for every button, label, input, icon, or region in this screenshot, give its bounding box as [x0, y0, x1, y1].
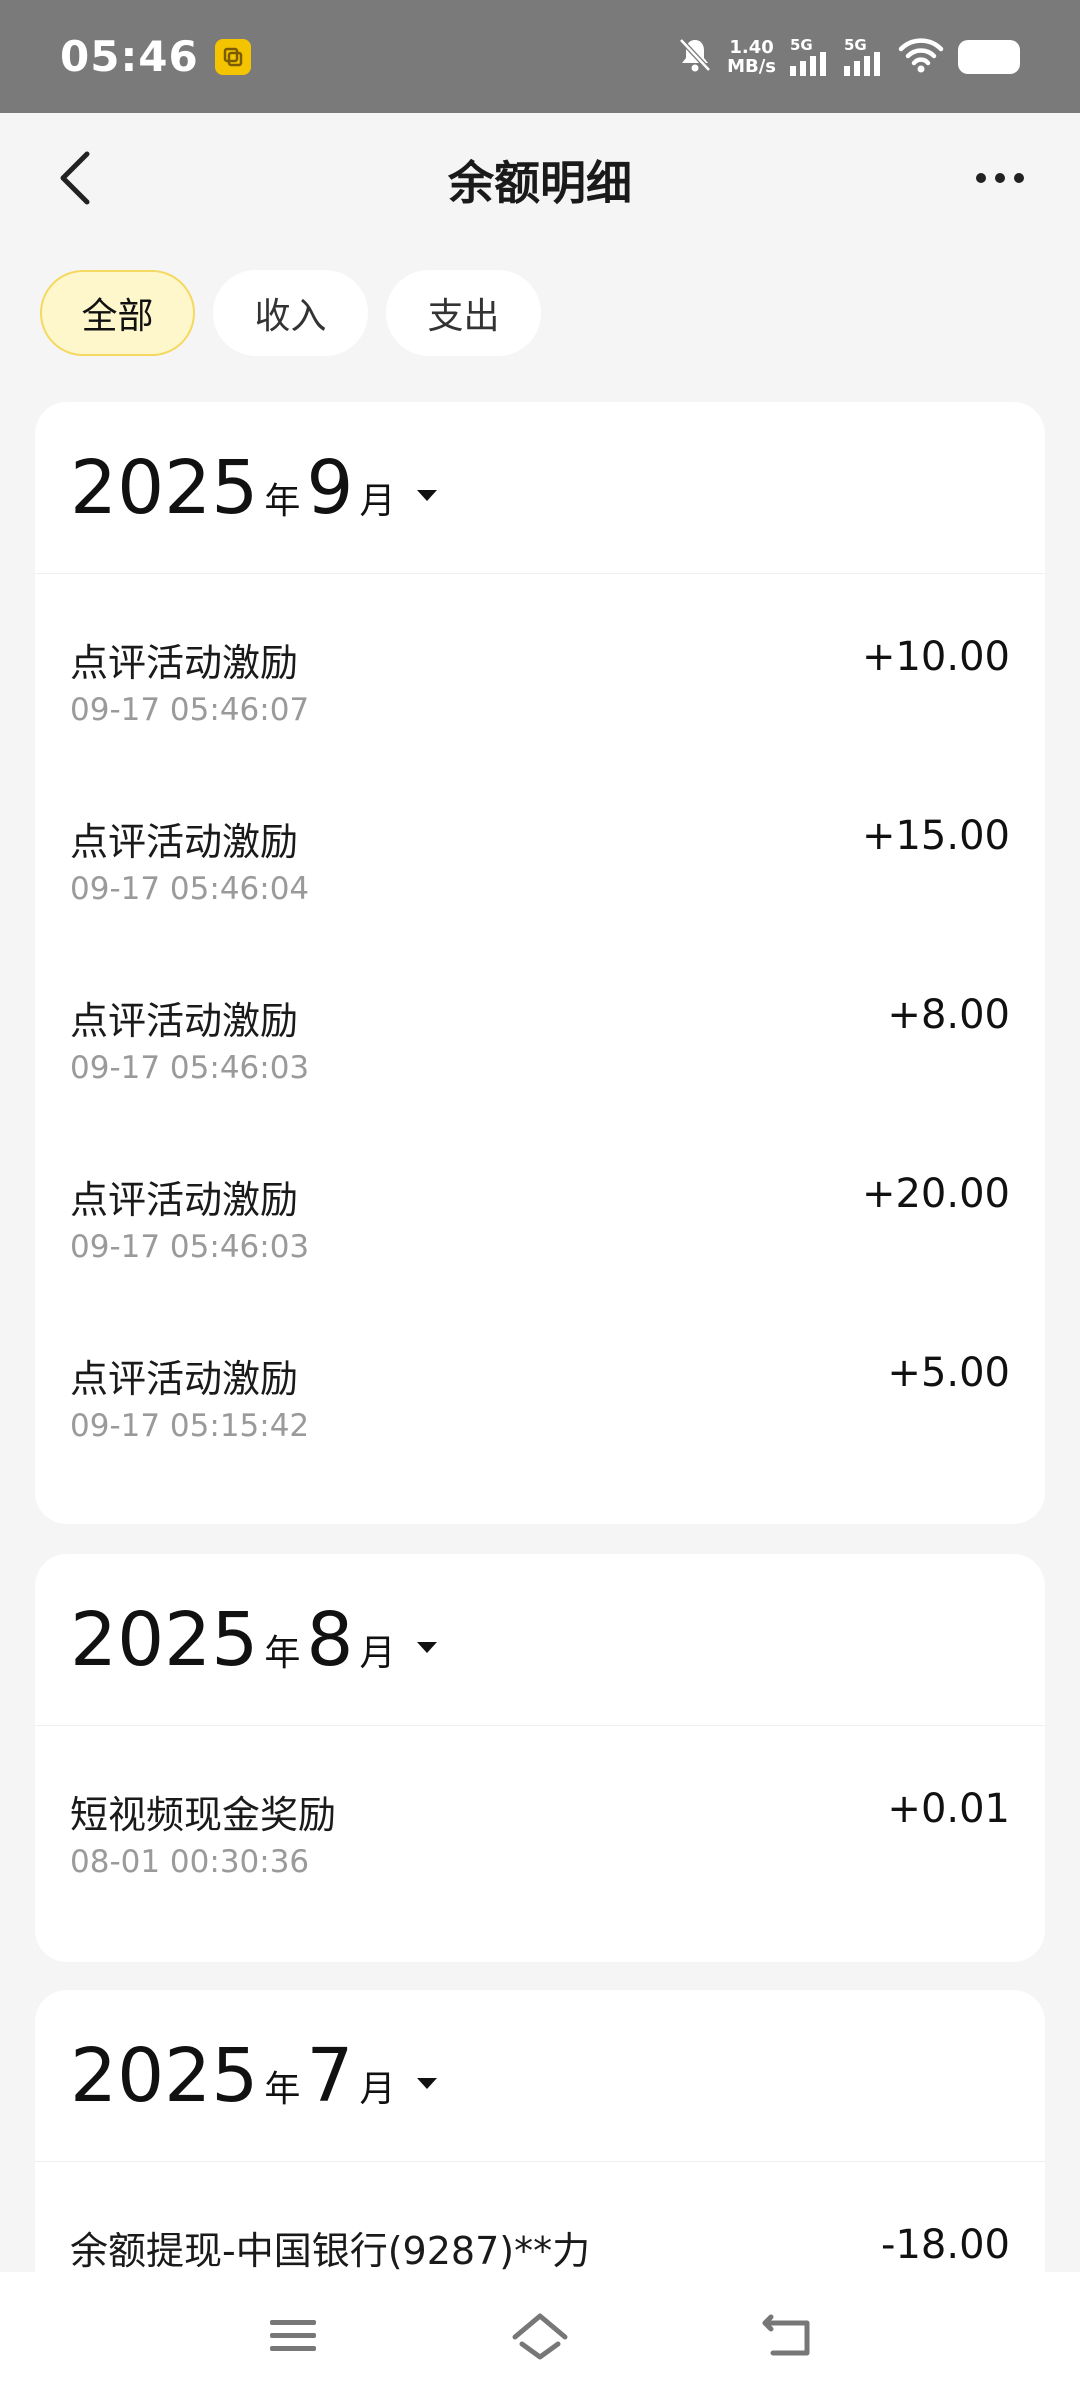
month-number: 9 [306, 444, 354, 531]
month-suffix: 月 [359, 2068, 396, 2110]
battery-icon [958, 39, 1020, 74]
more-dots-icon [976, 173, 986, 183]
transaction-name: 短视频现金奖励 [70, 1793, 337, 1837]
speed-unit: MB/s [727, 55, 776, 77]
status-time: 05:46 [60, 32, 199, 81]
transaction-time: 09-17 05:46:07 [70, 692, 310, 728]
transaction-amount: -18.00 [881, 2222, 1010, 2268]
mute-bell-icon [677, 36, 713, 78]
month-card-august: 2025 年 8 月 短视频现金奖励 08-01 00:30:36 +0.01 [35, 1554, 1045, 1962]
caret-down-icon [417, 490, 438, 501]
transaction-row[interactable]: 点评活动激励 09-17 05:46:07 +10.00 [35, 574, 1045, 753]
transaction-name: 点评活动激励 [70, 999, 299, 1043]
signal-bars-icon [790, 51, 826, 76]
signal-bars-icon [844, 51, 880, 76]
page-header: 余额明细 [0, 113, 1080, 243]
transaction-name: 点评活动激励 [70, 1178, 299, 1222]
transaction-time: 09-17 05:46:03 [70, 1050, 310, 1086]
month-year: 2025 [70, 444, 259, 531]
month-selector[interactable]: 2025 年 7 月 [35, 1990, 1045, 2162]
transaction-row[interactable]: 短视频现金奖励 08-01 00:30:36 +0.01 [35, 1726, 1045, 1905]
transaction-name: 点评活动激励 [70, 820, 299, 864]
year-suffix: 年 [264, 480, 301, 522]
tab-expense[interactable]: 支出 [386, 270, 541, 356]
tab-income[interactable]: 收入 [213, 270, 368, 356]
transaction-name: 余额提现-中国银行(9287)**力 [70, 2229, 591, 2273]
status-right: 1.40 MB/s 5G 5G [677, 36, 1020, 78]
transaction-row[interactable]: 点评活动激励 09-17 05:46:04 +15.00 [35, 753, 1045, 932]
month-year: 2025 [70, 1596, 259, 1683]
transaction-name: 点评活动激励 [70, 641, 299, 685]
network-speed: 1.40 MB/s [727, 38, 776, 76]
year-suffix: 年 [264, 1632, 301, 1674]
status-left: 05:46 [60, 32, 251, 81]
month-card-september: 2025 年 9 月 点评活动激励 09-17 05:46:07 +10.00 … [35, 402, 1045, 1524]
month-selector[interactable]: 2025 年 8 月 [35, 1554, 1045, 1726]
system-nav-bar [0, 2272, 1080, 2400]
transaction-amount: +15.00 [861, 813, 1010, 859]
transaction-name: 点评活动激励 [70, 1357, 299, 1401]
sim2-signal: 5G [844, 35, 884, 76]
transaction-time: 09-17 05:15:42 [70, 1408, 310, 1444]
transaction-row[interactable]: 点评活动激励 09-17 05:15:42 +5.00 [35, 1290, 1045, 1469]
menu-button[interactable] [248, 2301, 338, 2371]
transaction-time: 08-01 00:30:36 [70, 1844, 310, 1880]
month-suffix: 月 [359, 1632, 396, 1674]
month-selector[interactable]: 2025 年 9 月 [35, 402, 1045, 574]
back-nav-button[interactable] [742, 2301, 832, 2371]
page-title: 余额明细 [448, 156, 632, 210]
speed-value: 1.40 [729, 36, 774, 58]
transaction-row[interactable]: 点评活动激励 09-17 05:46:03 +8.00 [35, 932, 1045, 1111]
caret-down-icon [417, 1642, 438, 1653]
transaction-time: 09-17 05:46:04 [70, 871, 310, 907]
sim1-label: 5G [790, 35, 813, 54]
transaction-amount: +20.00 [861, 1171, 1010, 1217]
sim2-label: 5G [844, 35, 867, 54]
transaction-time: 09-17 05:46:03 [70, 1229, 310, 1265]
month-suffix: 月 [359, 480, 396, 522]
month-number: 7 [306, 2032, 354, 2119]
month-year: 2025 [70, 2032, 259, 2119]
transaction-amount: +5.00 [887, 1350, 1010, 1396]
home-button[interactable] [495, 2301, 585, 2371]
tab-all[interactable]: 全部 [40, 270, 195, 356]
sim1-signal: 5G [790, 35, 830, 76]
status-bar: 05:46 1.40 MB/s 5G 5G [0, 0, 1080, 113]
year-suffix: 年 [264, 2068, 301, 2110]
return-icon [762, 2314, 810, 2356]
month-number: 8 [306, 1596, 354, 1683]
wifi-icon [898, 36, 944, 78]
home-icon [512, 2313, 568, 2360]
filter-tabs: 全部 收入 支出 [40, 270, 541, 356]
transaction-amount: +0.01 [887, 1786, 1010, 1832]
app-notification-icon [214, 38, 251, 75]
transaction-amount: +8.00 [887, 992, 1010, 1038]
caret-down-icon [417, 2078, 438, 2089]
more-options-button[interactable] [960, 143, 1040, 213]
transaction-amount: +10.00 [861, 634, 1010, 680]
menu-icon [270, 2320, 317, 2351]
transaction-row[interactable]: 点评活动激励 09-17 05:46:03 +20.00 [35, 1111, 1045, 1290]
